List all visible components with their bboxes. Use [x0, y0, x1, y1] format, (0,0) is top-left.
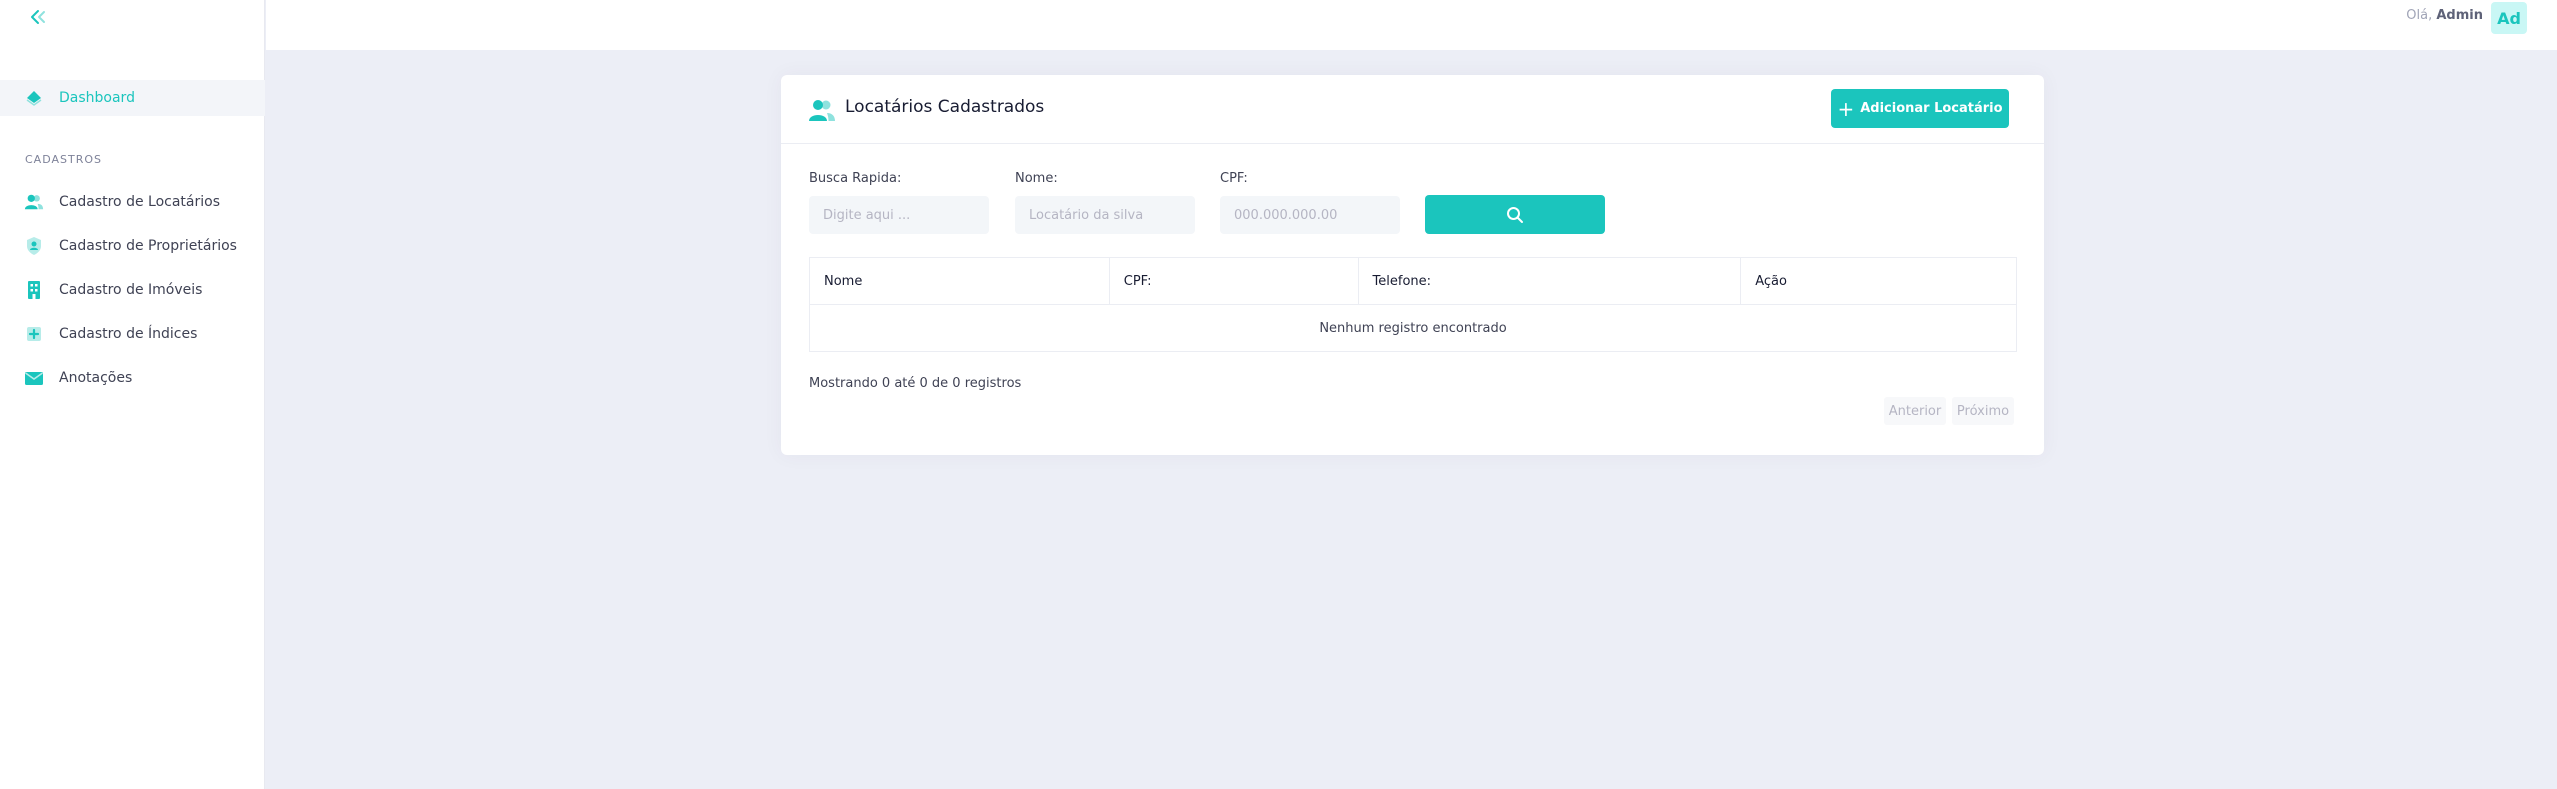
column-header-telefone[interactable]: Telefone: — [1357, 257, 1742, 305]
sidebar: Dashboard CADASTROS Cadastro de Locatári… — [0, 0, 265, 789]
sidebar-item-indices[interactable]: Cadastro de Índices — [0, 316, 265, 352]
name-input[interactable] — [1015, 196, 1195, 234]
section-title-cadastros: CADASTROS — [25, 153, 102, 166]
add-locatario-button[interactable]: + Adicionar Locatário — [1831, 89, 2009, 128]
top-header: Olá, Admin Ad — [266, 0, 2557, 50]
cpf-label: CPF: — [1220, 171, 1248, 186]
users-icon — [809, 100, 835, 121]
search-icon — [1507, 206, 1523, 223]
locatarios-card: Locatários Cadastrados + Adicionar Locat… — [781, 75, 2044, 455]
plus-square-icon — [24, 324, 44, 344]
mail-icon — [24, 368, 44, 388]
page-title: Locatários Cadastrados — [845, 97, 1045, 117]
sidebar-item-locatarios[interactable]: Cadastro de Locatários — [0, 184, 265, 220]
previous-page-button[interactable]: Anterior — [1884, 397, 1946, 425]
user-greeting[interactable]: Olá, Admin — [2406, 8, 2483, 23]
sidebar-item-label: Anotações — [59, 370, 133, 386]
pagination-info: Mostrando 0 até 0 de 0 registros — [809, 376, 1022, 391]
chevron-double-left-icon — [31, 10, 45, 24]
card-header: Locatários Cadastrados + Adicionar Locat… — [781, 75, 2044, 144]
diamond-icon — [24, 88, 44, 108]
table-row: Nenhum registro encontrado — [809, 304, 2017, 352]
search-button[interactable] — [1425, 195, 1605, 234]
next-page-button[interactable]: Próximo — [1952, 397, 2014, 425]
sidebar-item-label: Cadastro de Imóveis — [59, 282, 203, 298]
quick-search-label: Busca Rapida: — [809, 171, 902, 186]
quick-search-input[interactable] — [809, 196, 989, 234]
sidebar-item-label: Cadastro de Índices — [59, 326, 198, 342]
column-header-cpf[interactable]: CPF: — [1108, 257, 1359, 305]
avatar[interactable]: Ad — [2491, 2, 2527, 34]
sidebar-collapse-button[interactable] — [26, 4, 50, 30]
sidebar-item-label: Cadastro de Locatários — [59, 194, 220, 210]
user-name: Admin — [2436, 8, 2483, 23]
locatarios-table: Nome CPF: Telefone: Ação Nenhum registro… — [809, 257, 2017, 352]
empty-table-message: Nenhum registro encontrado — [809, 304, 2017, 352]
column-header-acao[interactable]: Ação — [1740, 257, 2017, 305]
sidebar-item-dashboard[interactable]: Dashboard — [0, 80, 265, 116]
table-header-row: Nome CPF: Telefone: Ação — [809, 257, 2017, 305]
sidebar-item-label: Dashboard — [59, 90, 135, 106]
column-header-nome[interactable]: Nome — [809, 257, 1110, 305]
plus-icon: + — [1837, 96, 1855, 121]
sidebar-item-label: Cadastro de Proprietários — [59, 238, 237, 254]
shield-icon — [24, 236, 44, 256]
sidebar-item-proprietarios[interactable]: Cadastro de Proprietários — [0, 228, 265, 264]
cpf-input[interactable] — [1220, 196, 1400, 234]
sidebar-item-anotacoes[interactable]: Anotações — [0, 360, 265, 396]
building-icon — [24, 280, 44, 300]
sidebar-item-imoveis[interactable]: Cadastro de Imóveis — [0, 272, 265, 308]
add-button-label: Adicionar Locatário — [1860, 101, 2003, 116]
users-icon — [24, 192, 44, 212]
name-label: Nome: — [1015, 171, 1058, 186]
greeting-prefix: Olá, — [2406, 8, 2433, 23]
